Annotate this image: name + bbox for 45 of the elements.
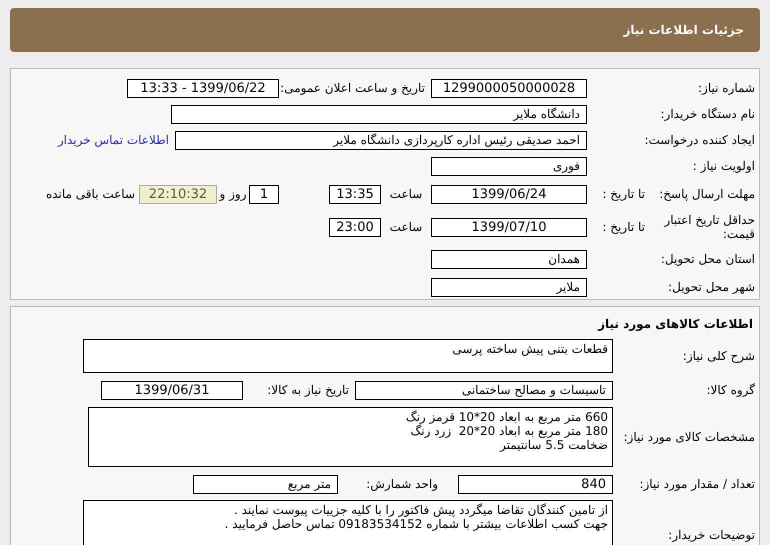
input-field[interactable]: 1299000050000028	[431, 78, 587, 98]
field-label: گروه کالا:	[706, 382, 756, 399]
field-label: توضیحات خریدار:	[667, 527, 756, 544]
field-label: تا تاریخ :	[601, 186, 645, 203]
input-field[interactable]: 1399/06/24	[431, 184, 587, 204]
contact-link[interactable]: اطلاعات تماس خریدار	[58, 131, 175, 149]
input-field[interactable]: دانشگاه ملایر	[171, 104, 587, 124]
field-label: مشخصات کالای مورد نیاز:	[622, 429, 756, 446]
field-label: تعداد / مقدار مورد نیاز:	[638, 476, 756, 493]
text-area[interactable]: از تامین کنندگان تقاضا میگردد پیش فاکتور را با کلیه جزییات پیوست نمایند . جهت کسب اطلاعات بیشتر با شماره 09183534152 تماس حاصل فرمایید .	[83, 500, 613, 545]
input-field[interactable]: 1399/07/10	[431, 218, 587, 236]
input-field[interactable]: همدان	[431, 250, 587, 268]
input-field[interactable]: 23:00	[329, 218, 381, 236]
field-label: ساعت باقی مانده	[46, 186, 136, 203]
section-title: اطلاعات کالاهای مورد نیاز	[596, 316, 754, 333]
field-label: استان محل تحویل:	[660, 251, 756, 268]
field-label: واحد شمارش:	[365, 476, 439, 493]
input-field[interactable]: 1	[249, 184, 279, 204]
text-area[interactable]: قطعات بتنی پیش ساخته پرسی	[83, 339, 613, 373]
field-label: شماره نیاز:	[697, 80, 756, 97]
input-field[interactable]: ملایر	[431, 278, 587, 296]
field-label: ایجاد کننده درخواست:	[643, 132, 756, 149]
field-label: روز و	[218, 186, 248, 203]
field-label: ساعت	[388, 219, 424, 236]
input-field[interactable]: فوری	[431, 156, 587, 176]
field-label: تاریخ نیاز به کالا:	[266, 382, 350, 399]
field-label: ساعت	[388, 186, 424, 203]
field-label: شهر محل تحویل:	[667, 279, 756, 296]
field-label: تاریخ و ساعت اعلان عمومی:	[279, 80, 426, 97]
input-field[interactable]: احمد صدیقی رئیس اداره کارپردازی دانشگاه ملایر	[175, 130, 587, 150]
field-label: مهلت ارسال پاسخ:	[658, 186, 756, 203]
input-field[interactable]: متر مربع	[193, 474, 338, 494]
input-field[interactable]: 1399/06/22 - 13:33	[127, 78, 279, 98]
field-label: نام دستگاه خریدار:	[660, 106, 756, 123]
input-field[interactable]: 22:10:32	[139, 184, 217, 204]
input-field[interactable]: 1399/06/31	[101, 380, 243, 400]
field-label: تا تاریخ :	[601, 219, 645, 236]
text-area[interactable]: 660 متر مربع به ابعاد 20*10 قرمز رنگ 180 متر مربع به ابعاد 20*20 زرد رنگ ضخامت 5.5 سانتیمتر	[88, 407, 613, 467]
field-label: حداقل تاریخ اعتبار قیمت:	[662, 213, 756, 241]
page-title: جزئیات اطلاعات نیاز	[623, 22, 744, 39]
field-label: شرح کلی نیاز:	[682, 348, 756, 365]
field-label: اولویت نیاز :	[692, 158, 756, 175]
input-field[interactable]: تاسیسات و مصالح ساختمانی	[355, 380, 613, 400]
input-field[interactable]: 13:35	[329, 184, 381, 204]
input-field[interactable]: 840	[458, 474, 613, 494]
